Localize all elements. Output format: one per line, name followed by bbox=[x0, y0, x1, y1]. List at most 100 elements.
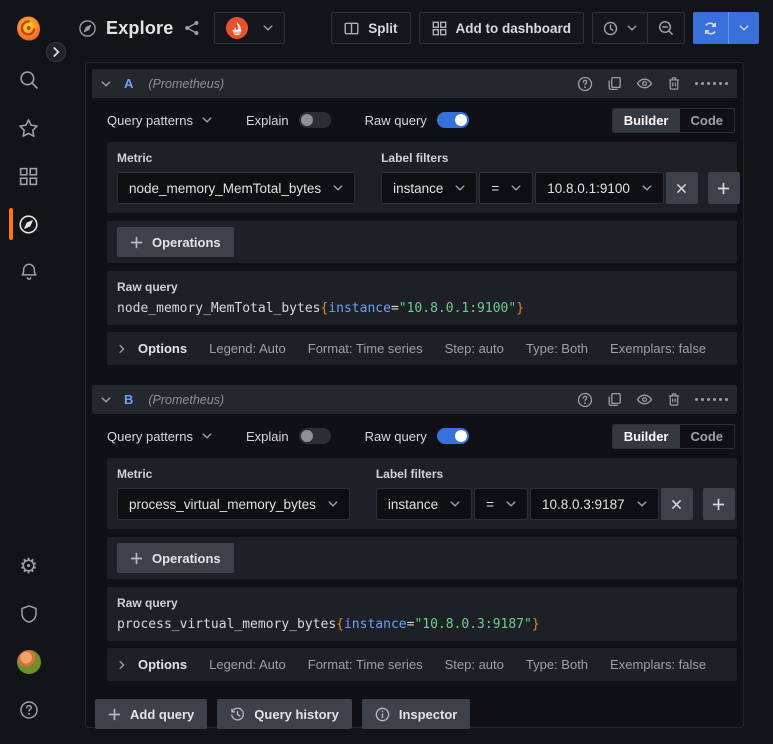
query-a-header[interactable]: A (Prometheus) bbox=[92, 69, 737, 98]
explain-label: Explain bbox=[246, 428, 289, 444]
inspector-button[interactable]: Inspector bbox=[361, 699, 471, 729]
help-circle-icon[interactable] bbox=[577, 76, 593, 92]
metric-select[interactable]: node_memory_MemTotal_bytes bbox=[117, 172, 356, 204]
explain-toggle[interactable]: Explain bbox=[246, 112, 331, 128]
hide-query-eye-icon[interactable] bbox=[636, 75, 653, 92]
add-to-dashboard-label: Add to dashboard bbox=[455, 20, 572, 36]
sidebar: ⚙ bbox=[0, 0, 57, 744]
query-editor-row-b: B (Prometheus) Query patterns Explain Ra… bbox=[92, 385, 737, 681]
query-a-options-row: Options Legend: Auto Format: Time series… bbox=[107, 332, 737, 365]
filter-value-select[interactable]: 10.8.0.3:9187 bbox=[530, 488, 659, 520]
info-circle-icon bbox=[375, 707, 390, 721]
filter-label-select[interactable]: instance bbox=[381, 172, 478, 204]
run-query-button[interactable] bbox=[693, 12, 728, 44]
history-icon bbox=[231, 707, 245, 721]
add-operation-button[interactable]: Operations bbox=[117, 227, 234, 257]
sidebar-item-profile[interactable] bbox=[0, 638, 57, 686]
raw-query-switch[interactable] bbox=[436, 112, 469, 128]
query-b-operations-row: Operations bbox=[107, 537, 737, 579]
builder-tab[interactable]: Builder bbox=[612, 424, 680, 448]
sidebar-item-starred[interactable] bbox=[0, 104, 57, 152]
remove-filter-button[interactable] bbox=[665, 172, 698, 204]
options-step: Step: auto bbox=[444, 341, 504, 356]
share-button[interactable] bbox=[184, 20, 200, 36]
time-picker-button[interactable] bbox=[593, 13, 647, 43]
star-icon bbox=[19, 118, 38, 137]
add-to-dashboard-button[interactable]: Add to dashboard bbox=[418, 12, 584, 44]
sidebar-item-search[interactable] bbox=[0, 56, 57, 104]
code-tab[interactable]: Code bbox=[680, 425, 734, 448]
sidebar-item-explore[interactable] bbox=[0, 200, 57, 248]
filter-label-select[interactable]: instance bbox=[375, 488, 473, 520]
label-filters-label: Label filters bbox=[375, 467, 444, 481]
chevron-down-icon bbox=[511, 185, 521, 191]
drag-handle-icon[interactable] bbox=[695, 398, 728, 401]
sidebar-item-configuration[interactable]: ⚙ bbox=[0, 542, 57, 590]
chevron-down-icon bbox=[333, 185, 343, 191]
drag-handle-icon[interactable] bbox=[695, 82, 728, 85]
remove-query-trash-icon[interactable] bbox=[667, 392, 681, 407]
chevron-right-icon bbox=[52, 47, 60, 57]
code-tab[interactable]: Code bbox=[680, 109, 734, 132]
chevron-down-icon bbox=[263, 25, 273, 31]
hide-query-eye-icon[interactable] bbox=[636, 391, 653, 408]
filter-operator-select[interactable]: = bbox=[474, 488, 529, 520]
sidebar-item-alerting[interactable] bbox=[0, 248, 57, 296]
metric-field: Metric process_virtual_memory_bytes bbox=[117, 467, 350, 520]
add-query-button[interactable]: Add query bbox=[95, 699, 208, 729]
add-filter-button[interactable] bbox=[707, 172, 740, 204]
query-b-header[interactable]: B (Prometheus) bbox=[92, 385, 737, 414]
duplicate-query-icon[interactable] bbox=[607, 392, 622, 407]
filter-operator-value: = bbox=[486, 496, 495, 512]
sidebar-item-dashboards[interactable] bbox=[0, 152, 57, 200]
label-filters-field: Label filters instance = 10.8.0.1:9100 bbox=[381, 151, 740, 204]
operations-label: Operations bbox=[152, 550, 221, 566]
raw-query-switch[interactable] bbox=[436, 428, 469, 444]
filter-value-select[interactable]: 10.8.0.1:9100 bbox=[535, 172, 664, 204]
raw-query-toggle[interactable]: Raw query bbox=[365, 428, 469, 444]
builder-tab[interactable]: Builder bbox=[612, 108, 680, 132]
sidebar-item-help[interactable] bbox=[0, 686, 57, 734]
chevron-down-icon bbox=[328, 501, 338, 507]
metric-value: node_memory_MemTotal_bytes bbox=[129, 180, 322, 196]
query-patterns-button[interactable]: Query patterns bbox=[107, 429, 212, 444]
filter-operator-select[interactable]: = bbox=[479, 172, 534, 204]
raw-query-title: Raw query bbox=[117, 596, 178, 610]
topbar: Explore Split Add to dashboard bbox=[57, 0, 773, 56]
query-history-button[interactable]: Query history bbox=[217, 699, 352, 729]
remove-filter-button[interactable] bbox=[660, 488, 693, 520]
remove-query-trash-icon[interactable] bbox=[667, 76, 681, 91]
split-button[interactable]: Split bbox=[331, 12, 411, 44]
duplicate-query-icon[interactable] bbox=[607, 76, 622, 91]
add-filter-button[interactable] bbox=[702, 488, 735, 520]
query-patterns-button[interactable]: Query patterns bbox=[107, 113, 212, 128]
explain-toggle[interactable]: Explain bbox=[246, 428, 331, 444]
add-operation-button[interactable]: Operations bbox=[117, 543, 234, 573]
options-type: Type: Both bbox=[525, 341, 589, 356]
explore-footer-actions: Add query Query history Inspector bbox=[95, 699, 737, 729]
query-b-toolbar: Query patterns Explain Raw query Builder… bbox=[107, 422, 737, 450]
explain-switch[interactable] bbox=[298, 112, 331, 128]
operations-label: Operations bbox=[152, 234, 221, 250]
sidebar-item-server-admin[interactable] bbox=[0, 590, 57, 638]
sidebar-expand-button[interactable] bbox=[46, 42, 66, 62]
explain-switch[interactable] bbox=[298, 428, 331, 444]
code-label: instance bbox=[343, 617, 407, 632]
options-title: Options bbox=[138, 341, 188, 356]
options-collapse-button[interactable]: Options bbox=[119, 657, 187, 672]
metric-field-label: Metric bbox=[117, 151, 153, 165]
time-zoom-out-button[interactable] bbox=[648, 13, 684, 43]
help-circle-icon[interactable] bbox=[577, 392, 593, 408]
close-icon bbox=[677, 183, 687, 193]
raw-query-toggle[interactable]: Raw query bbox=[365, 112, 469, 128]
query-datasource-hint: (Prometheus) bbox=[148, 392, 225, 407]
datasource-picker[interactable] bbox=[214, 12, 286, 44]
explore-compass-icon bbox=[79, 19, 96, 37]
run-query-interval-button[interactable] bbox=[729, 12, 759, 44]
search-minus-icon bbox=[658, 20, 673, 35]
search-icon bbox=[19, 71, 38, 89]
chevron-down-icon bbox=[637, 501, 647, 507]
options-collapse-button[interactable]: Options bbox=[119, 341, 187, 356]
metric-select[interactable]: process_virtual_memory_bytes bbox=[117, 488, 350, 520]
chevron-down-icon bbox=[739, 25, 749, 31]
